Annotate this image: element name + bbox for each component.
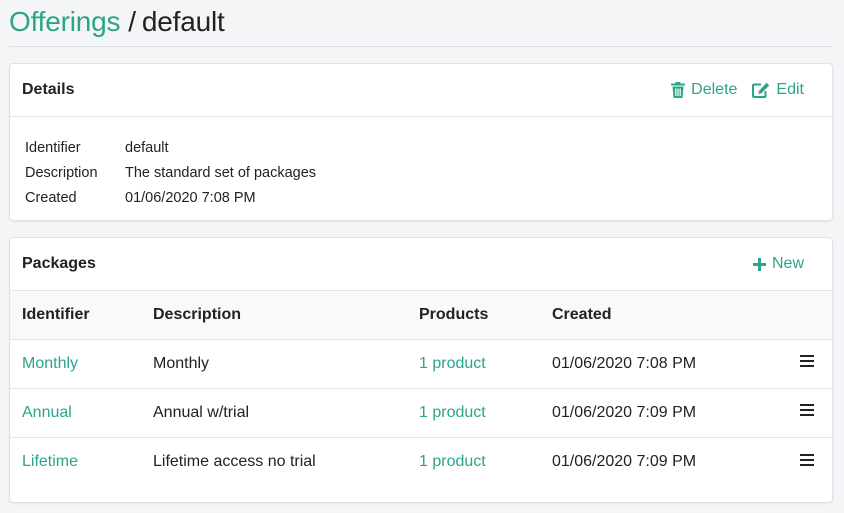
details-header: Details Delete Edit — [10, 64, 832, 117]
detail-value: default — [125, 140, 169, 156]
plus-icon — [752, 257, 766, 271]
hamburger-menu-icon[interactable] — [800, 453, 814, 471]
packages-header: Packages New — [10, 238, 832, 291]
details-body: Identifier default Description The stand… — [10, 117, 832, 225]
package-created: 01/06/2020 7:08 PM — [552, 354, 697, 372]
package-created: 01/06/2020 7:09 PM — [552, 403, 697, 421]
packages-actions: New — [752, 255, 820, 273]
detail-row-description: Description The standard set of packages — [25, 161, 817, 186]
packages-table: Identifier Description Products Created … — [10, 291, 832, 486]
delete-label: Delete — [691, 81, 738, 98]
detail-row-identifier: Identifier default — [25, 136, 817, 161]
detail-value: The standard set of packages — [125, 165, 317, 181]
edit-icon — [752, 82, 770, 98]
trash-icon — [671, 82, 686, 98]
package-products-link[interactable]: 1 product — [419, 453, 486, 470]
package-identifier-link[interactable]: Annual — [22, 404, 72, 421]
page-title: default — [141, 6, 225, 37]
details-actions: Delete Edit — [671, 81, 820, 99]
table-header-row: Identifier Description Products Created — [10, 291, 832, 339]
package-identifier-link[interactable]: Monthly — [22, 355, 78, 372]
package-products-link[interactable]: 1 product — [419, 355, 486, 372]
package-products-link[interactable]: 1 product — [419, 404, 486, 421]
table-row: Monthly Monthly 1 product 01/06/2020 7:0… — [10, 339, 832, 388]
edit-label: Edit — [776, 81, 804, 98]
detail-key: Created — [25, 190, 77, 206]
packages-card: Packages New Identifier Description Prod… — [9, 237, 833, 503]
package-created: 01/06/2020 7:09 PM — [552, 452, 697, 470]
table-row: Annual Annual w/trial 1 product 01/06/20… — [10, 388, 832, 437]
package-description: Annual w/trial — [153, 403, 250, 421]
packages-title: Packages — [22, 255, 96, 272]
breadcrumb: Offerings / default — [9, 4, 225, 40]
edit-button[interactable]: Edit — [752, 81, 804, 99]
detail-key: Identifier — [25, 140, 81, 156]
column-header-products: Products — [419, 305, 489, 323]
details-card: Details Delete Edit Identifier default D… — [9, 63, 833, 221]
delete-button[interactable]: Delete — [671, 81, 737, 99]
title-divider — [9, 46, 832, 47]
detail-key: Description — [25, 165, 98, 181]
hamburger-menu-icon[interactable] — [800, 403, 814, 421]
details-title: Details — [22, 81, 75, 98]
detail-row-created: Created 01/06/2020 7:08 PM — [25, 186, 817, 211]
column-header-description: Description — [153, 305, 242, 323]
column-header-identifier: Identifier — [22, 305, 90, 323]
package-identifier-link[interactable]: Lifetime — [22, 453, 78, 470]
breadcrumb-separator: / — [128, 6, 136, 37]
table-row: Lifetime Lifetime access no trial 1 prod… — [10, 437, 832, 486]
hamburger-menu-icon[interactable] — [800, 354, 814, 372]
package-description: Lifetime access no trial — [153, 452, 316, 470]
new-label: New — [771, 255, 804, 272]
column-header-created: Created — [552, 305, 612, 323]
breadcrumb-offerings-link[interactable]: Offerings — [9, 6, 120, 37]
column-header-actions — [782, 291, 832, 339]
package-description: Monthly — [153, 354, 210, 372]
detail-value: 01/06/2020 7:08 PM — [125, 190, 256, 206]
new-package-button[interactable]: New — [752, 255, 804, 273]
